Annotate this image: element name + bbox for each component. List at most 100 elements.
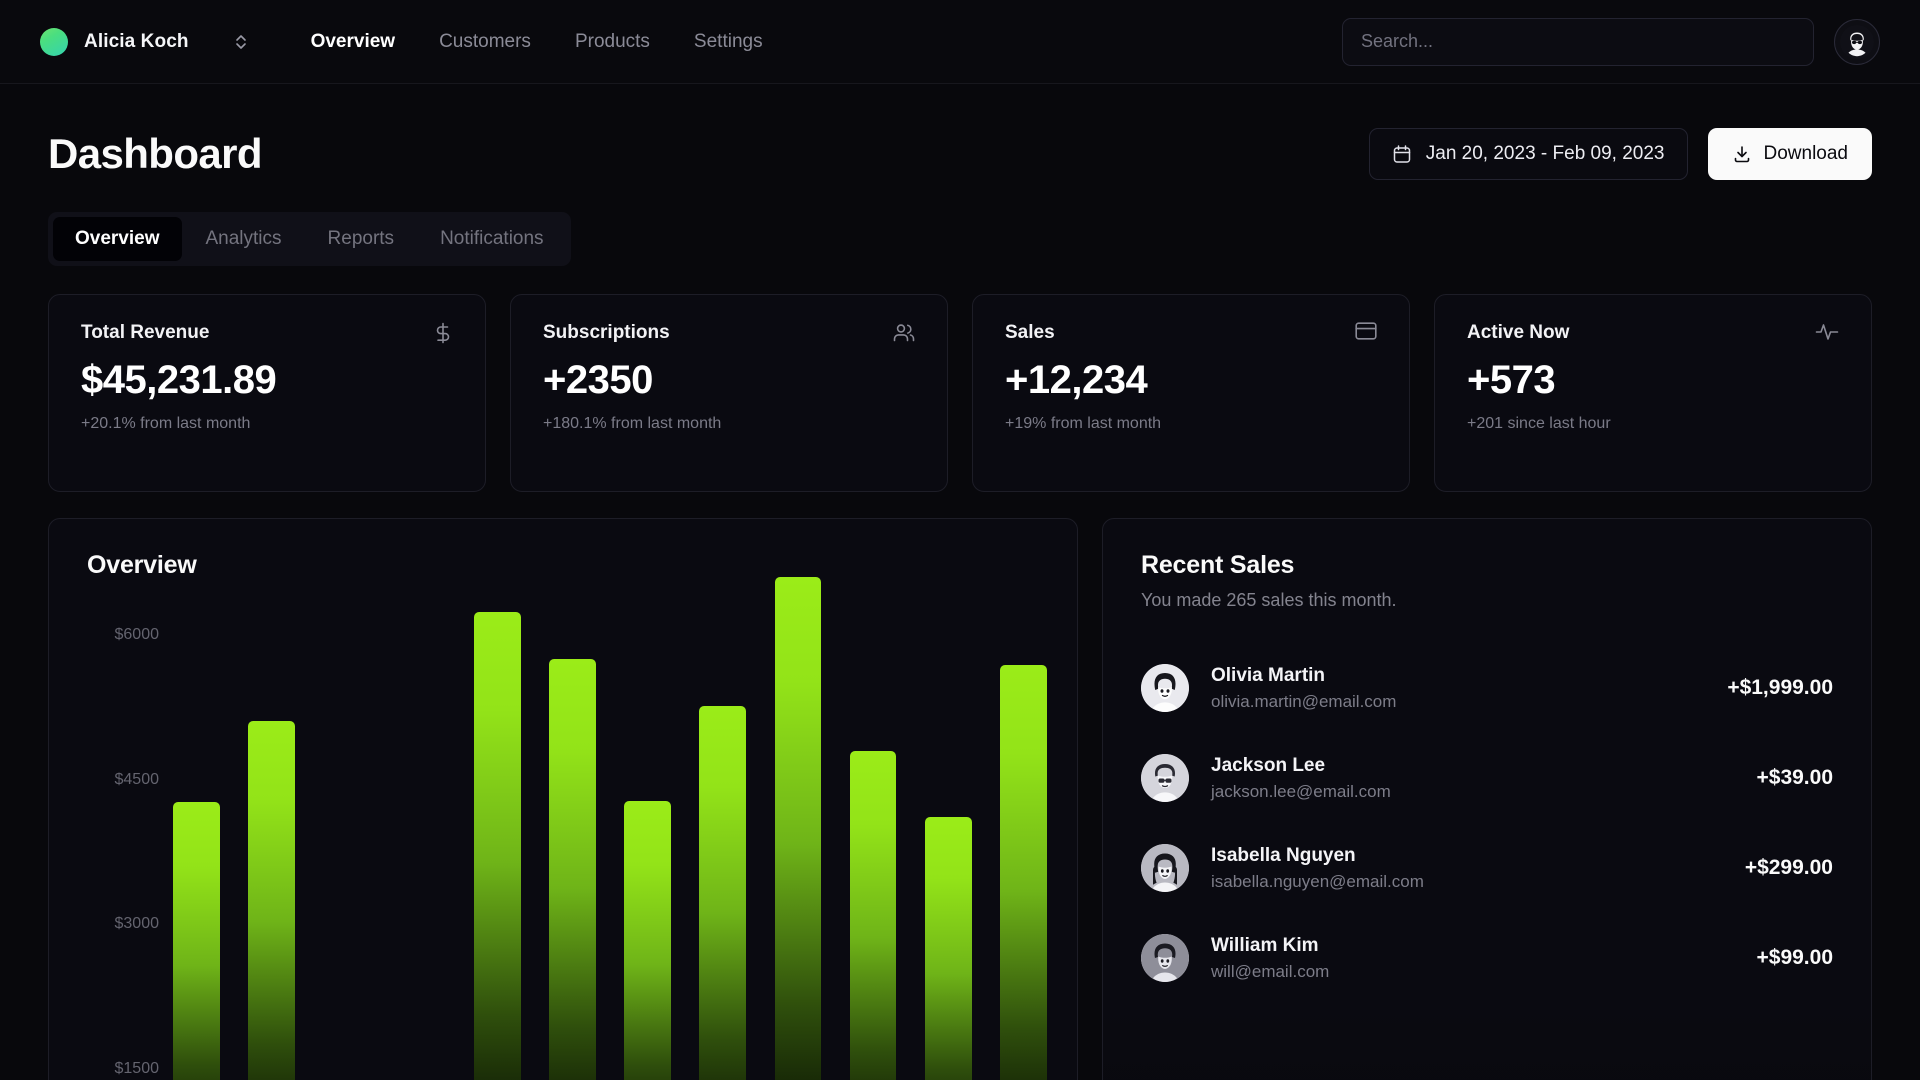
recent-sales-panel: Recent Sales You made 265 sales this mon… [1102,518,1872,1080]
date-range-picker-button[interactable]: Jan 20, 2023 - Feb 09, 2023 [1368,128,1688,180]
brand-name-label: Alicia Koch [84,30,189,52]
nav-link-settings[interactable]: Settings [694,31,763,53]
chart-y-axis-label: $4500 [114,770,160,788]
list-item-info: William Kim will@email.com [1211,935,1329,982]
credit-card-icon [1355,322,1377,340]
dashboard-tabs: Overview Analytics Reports Notifications [48,212,571,266]
chart-bar[interactable] [549,658,596,1080]
stat-card-total-revenue: Total Revenue $45,231.89 +20.1% from las… [48,294,486,492]
recent-sales-title: Recent Sales [1141,551,1295,579]
calendar-icon [1392,144,1412,165]
stat-title: Active Now [1467,322,1570,343]
main-nav-links: Overview Customers Products Settings [311,31,763,53]
stat-title: Sales [1005,322,1055,343]
overview-bar-chart: $1500 $3000 $4500 $6000 [49,576,1077,1080]
user-avatar-icon[interactable] [1834,18,1880,65]
chart-y-axis: $1500 $3000 $4500 $6000 [49,597,160,1080]
tab-analytics[interactable]: Analytics [184,217,304,261]
chart-y-axis-label: $1500 [114,1060,160,1078]
download-icon [1732,144,1752,164]
users-icon [893,322,915,344]
sale-customer-name: Isabella Nguyen [1211,844,1356,866]
chart-y-axis-label: $3000 [114,915,160,933]
stat-subtext: +20.1% from last month [81,415,251,432]
list-fade-overlay [1103,1007,1871,1080]
stat-subtext: +180.1% from last month [543,415,722,432]
brand-avatar-icon [40,27,68,56]
dashboard-panels: Overview $1500 $3000 $4500 $6000 Recent Sal… [48,518,1872,1080]
avatar-isabella-icon [1141,844,1189,892]
list-item[interactable]: Olivia Martin olivia.martin@email.com +$… [1141,643,1833,733]
list-item-info: Olivia Martin olivia.martin@email.com [1211,665,1396,712]
chart-bar[interactable] [849,751,897,1080]
chart-bar[interactable] [248,721,296,1080]
avatar-william-icon [1141,934,1189,982]
list-item[interactable]: Isabella Nguyen isabella.nguyen@email.co… [1141,823,1833,913]
overview-chart-panel: Overview $1500 $3000 $4500 $6000 [48,518,1078,1080]
search-input[interactable] [1361,31,1795,52]
page-title: Dashboard [48,130,263,177]
nav-link-overview[interactable]: Overview [311,31,396,53]
sale-customer-name: Olivia Martin [1211,664,1326,686]
sale-amount: +$99.00 [1756,946,1834,969]
date-range-label: Jan 20, 2023 - Feb 09, 2023 [1425,143,1665,164]
stat-card-header: Sales [1005,322,1377,344]
nav-link-customers[interactable]: Customers [439,31,531,53]
download-button[interactable]: Download [1707,128,1872,180]
stat-card-grid: Total Revenue $45,231.89 +20.1% from las… [48,294,1872,492]
sale-amount: +$299.00 [1744,856,1833,879]
activity-pulse-icon [1815,322,1839,342]
stat-value: $45,231.89 [81,358,277,402]
chart-bar[interactable] [624,800,671,1080]
chart-bar[interactable] [173,801,220,1080]
stat-card-active-now: Active Now +573 +201 since last hour [1434,294,1872,492]
dollar-sign-icon [433,322,453,344]
chart-bar[interactable] [774,576,822,1080]
stat-value: +2350 [543,358,653,402]
sale-amount: +$39.00 [1756,766,1834,789]
page-header-actions: Jan 20, 2023 - Feb 09, 2023 Download [1368,128,1872,180]
top-navigation-bar: Alicia Koch Overview Customers Products … [0,0,1920,84]
stat-subtext: +19% from last month [1005,415,1162,432]
sale-customer-email: isabella.nguyen@email.com [1211,871,1424,891]
stat-value: +12,234 [1005,358,1148,402]
stat-subtext: +201 since last hour [1467,415,1611,432]
download-label: Download [1763,143,1849,164]
tab-overview[interactable]: Overview [53,217,182,261]
nav-right-cluster [1342,17,1880,66]
recent-sales-subtitle: You made 265 sales this month. [1141,590,1397,610]
sale-customer-email: jackson.lee@email.com [1211,781,1391,801]
list-item[interactable]: William Kim will@email.com +$99.00 [1141,913,1833,1003]
overview-panel-title: Overview [87,551,197,579]
chart-bars [159,576,1061,1080]
list-item-info: Jackson Lee jackson.lee@email.com [1211,755,1391,802]
chart-bar[interactable] [699,706,747,1080]
avatar-olivia-icon [1141,664,1189,712]
sale-customer-name: Jackson Lee [1211,754,1326,776]
stat-title: Subscriptions [543,322,670,343]
stat-card-subscriptions: Subscriptions +2350 +180.1% from last mo… [510,294,948,492]
chart-bar[interactable] [473,612,521,1080]
stat-card-header: Total Revenue [81,322,453,344]
nav-link-products[interactable]: Products [575,31,650,53]
sale-customer-email: will@email.com [1211,961,1330,981]
sale-customer-name: William Kim [1211,934,1319,956]
list-item[interactable]: Jackson Lee jackson.lee@email.com +$39.0… [1141,733,1833,823]
avatar-jackson-icon [1141,754,1189,802]
stat-card-sales: Sales +12,234 +19% from last month [972,294,1410,492]
chart-bar[interactable] [924,817,972,1080]
recent-sales-header: Recent Sales You made 265 sales this mon… [1103,519,1871,611]
brand-team-switcher[interactable]: Alicia Koch [40,27,189,56]
overview-panel-header: Overview [49,519,1077,580]
tab-reports[interactable]: Reports [306,217,417,261]
sale-customer-email: olivia.martin@email.com [1211,691,1397,711]
list-item-info: Isabella Nguyen isabella.nguyen@email.co… [1211,845,1424,892]
chevron-up-down-icon[interactable] [233,28,249,56]
stat-card-header: Subscriptions [543,322,915,344]
tab-notifications[interactable]: Notifications [418,217,566,261]
stat-value: +573 [1467,358,1556,402]
stat-title: Total Revenue [81,322,210,343]
chart-bar[interactable] [1000,665,1047,1080]
sale-amount: +$1,999.00 [1727,676,1833,699]
search-box[interactable] [1342,17,1814,66]
